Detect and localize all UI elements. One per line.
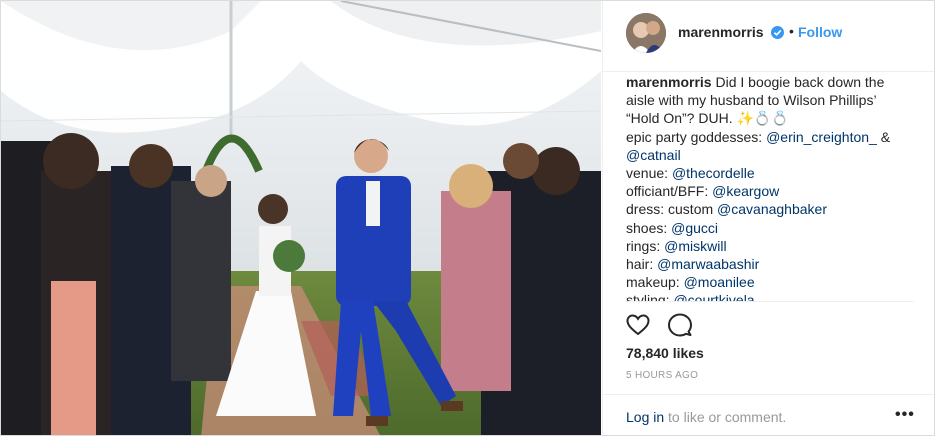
credit-label: officiant/BFF: [626,183,713,200]
follow-button[interactable]: Follow [798,24,842,40]
credit-label: hair: [626,256,658,273]
comment-footer: Log in to like or comment. ••• [603,394,934,435]
mention-link[interactable]: @thecordelle [672,165,755,181]
mention-link[interactable]: @marwaabashir [657,256,759,272]
mention-link[interactable]: @courtkivela [673,292,754,301]
credit-line: makeup: @moanilee [626,273,916,291]
login-prompt: Log in to like or comment. [626,409,786,425]
credit-line: rings: @miskwill [626,237,916,255]
mention-link[interactable]: @miskwill [664,238,726,254]
credit-line: epic party goddesses: @erin_creighton_ & [626,128,916,146]
credit-line: @catnail [626,146,916,164]
header-username[interactable]: marenmorris [678,24,764,40]
verified-badge-icon [771,26,784,39]
caption-line: marenmorris Did I boogie back down the [626,73,916,91]
credit-line: dress: custom @cavanaghbaker [626,200,916,218]
credit-label: epic party goddesses: [626,128,767,145]
credit-label: styling: [626,292,674,301]
caption: marenmorris Did I boogie back down the a… [626,73,916,301]
post-card: marenmorris • Follow marenmorris Did I b… [0,0,935,436]
mention-link[interactable]: @keargow [712,183,779,199]
caption-text: Did I boogie back down the [715,74,885,90]
login-link[interactable]: Log in [626,409,664,425]
mention-link[interactable]: @gucci [671,220,718,236]
credit-label: rings: [626,237,665,254]
credit-label: shoes: [626,219,672,236]
heart-icon[interactable] [625,312,651,338]
divider [626,301,914,302]
credit-label: venue: [626,165,672,182]
likes-count[interactable]: 78,840 likes [626,345,704,361]
credit-line: venue: @thecordelle [626,164,916,182]
caption-line: “Hold On”? DUH. ✨💍💍 [626,110,789,127]
credit-line: styling: @courtkivela [626,291,916,301]
more-options-icon[interactable]: ••• [895,405,919,425]
credit-line: officiant/BFF: @keargow [626,182,916,200]
post-sidebar: marenmorris • Follow marenmorris Did I b… [602,1,934,435]
mention-link[interactable]: @catnail [626,147,681,163]
credit-label: makeup: [626,274,684,291]
credit-label: dress: custom [626,201,718,218]
credit-joiner: & [876,128,891,145]
wedding-photo-illustration [1,1,601,435]
post-photo[interactable] [1,1,601,435]
login-prompt-text: to like or comment. [664,409,787,425]
post-header: marenmorris • Follow [603,1,934,72]
avatar[interactable] [626,13,666,53]
mention-link[interactable]: @cavanaghbaker [717,201,827,217]
mention-link[interactable]: @erin_creighton_ [766,129,877,145]
comment-icon[interactable] [667,312,693,338]
mention-link[interactable]: @moanilee [684,274,755,290]
credit-line: shoes: @gucci [626,219,916,237]
caption-username[interactable]: marenmorris [626,74,712,90]
avatar-image [626,13,666,53]
post-timestamp[interactable]: 5 HOURS AGO [626,370,698,381]
caption-line: aisle with my husband to Wilson Phillips… [626,92,877,109]
credit-line: hair: @marwaabashir [626,255,916,273]
separator-dot: • [789,23,794,39]
